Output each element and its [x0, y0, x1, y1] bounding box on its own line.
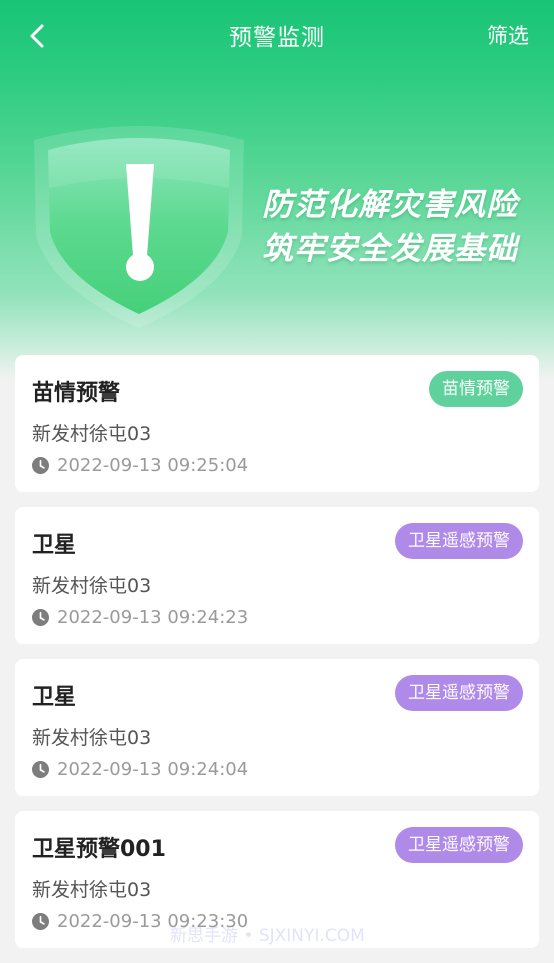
alert-time: 2022-09-13 09:25:04 [57, 454, 249, 476]
alert-type-badge: 卫星遥感预警 [395, 827, 523, 863]
slogan-line-2: 筑牢安全发展基础 [262, 231, 518, 267]
alert-location: 新发村徐屯03 [32, 575, 152, 597]
page-title: 预警监测 [229, 25, 325, 51]
alert-title: 卫星预警001 [32, 837, 166, 862]
alert-title: 卫星 [32, 685, 77, 710]
clock-icon [32, 912, 49, 930]
clock-icon [32, 608, 49, 626]
alert-location: 新发村徐屯03 [32, 423, 152, 445]
alert-list: 苗情预警 苗情预警 新发村徐屯03 2022-09-13 09:25:04 卫星… [15, 355, 539, 963]
alert-time-row: 2022-09-13 09:25:04 [32, 453, 248, 477]
alert-card[interactable]: 苗情预警 苗情预警 新发村徐屯03 2022-09-13 09:25:04 [15, 355, 539, 492]
alert-card[interactable]: 卫星 卫星遥感预警 新发村徐屯03 2022-09-13 09:24:04 [15, 659, 539, 796]
alert-time: 2022-09-13 09:24:04 [57, 758, 249, 780]
top-nav-bar: 预警监测 筛选 [0, 0, 554, 70]
alert-location: 新发村徐屯03 [32, 879, 152, 901]
shield-warning-icon [34, 126, 244, 328]
alert-title: 卫星 [32, 533, 77, 558]
filter-button[interactable]: 筛选 [487, 20, 529, 50]
watermark: 新思手游 • SJXINYI.COM [170, 926, 365, 946]
alert-type-badge: 卫星遥感预警 [395, 523, 523, 559]
alert-type-badge: 苗情预警 [429, 371, 523, 407]
clock-icon [32, 760, 49, 778]
alert-location: 新发村徐屯03 [32, 727, 152, 749]
alert-card[interactable]: 卫星 卫星遥感预警 新发村徐屯03 2022-09-13 09:24:23 [15, 507, 539, 644]
alert-title: 苗情预警 [32, 381, 121, 406]
alert-time-row: 2022-09-13 09:24:23 [32, 605, 248, 629]
banner-slogan: 防范化解灾害风险 筑牢安全发展基础 [262, 183, 518, 271]
alert-time-row: 2022-09-13 09:24:04 [32, 757, 248, 781]
alert-time: 2022-09-13 09:24:23 [57, 606, 249, 628]
alert-type-badge: 卫星遥感预警 [395, 675, 523, 711]
clock-icon [32, 456, 49, 474]
slogan-line-1: 防范化解灾害风险 [262, 187, 518, 223]
